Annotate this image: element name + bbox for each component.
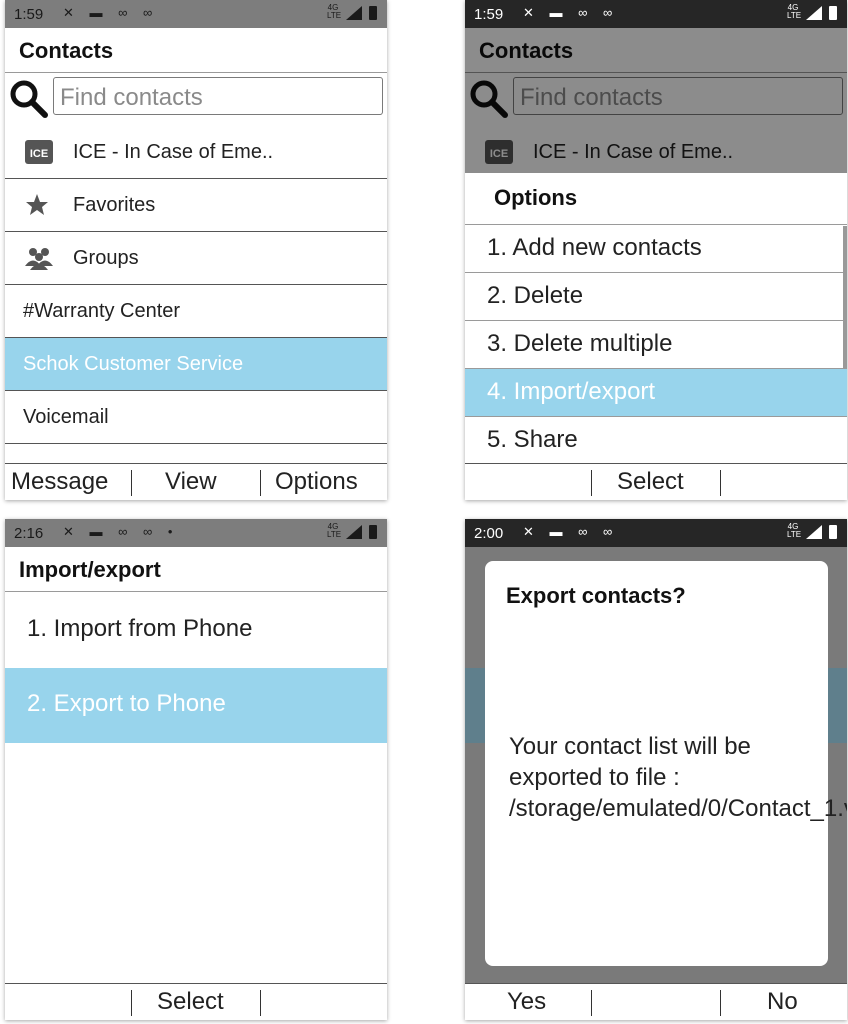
notification-icons: ✕ ▬ ∞ ∞ — [523, 524, 619, 539]
battery-icon — [369, 525, 377, 539]
softkey-bar: Yes No — [465, 983, 847, 1020]
option-share[interactable]: 5. Share — [465, 417, 847, 465]
softkey-view[interactable]: View — [165, 468, 217, 496]
lte-icon: 4G LTE — [787, 3, 802, 20]
notification-icons: ✕ ▬ ∞ ∞ — [523, 5, 619, 20]
scrollbar[interactable] — [843, 226, 847, 369]
softkey-divider — [591, 990, 592, 1016]
signal-icon — [806, 6, 822, 20]
softkey-message[interactable]: Message — [11, 468, 108, 496]
battery-icon — [829, 6, 837, 20]
battery-icon — [369, 6, 377, 20]
softkey-divider — [720, 990, 721, 1016]
status-time: 1:59 — [14, 6, 44, 23]
contacts-screen: 1:59 ✕ ▬ ∞ ∞ 4G LTE Contacts Find contact… — [5, 0, 387, 500]
option-delete-multiple[interactable]: 3. Delete multiple — [465, 321, 847, 369]
notification-icons: ✕ ▬ ∞ ∞ • — [63, 524, 179, 539]
option-delete[interactable]: 2. Delete — [465, 273, 847, 321]
status-time: 2:00 — [474, 525, 504, 542]
softkey-divider — [591, 470, 592, 496]
status-bar: 2:16 ✕ ▬ ∞ ∞ • 4G LTE — [5, 519, 387, 547]
ice-icon: ICE — [25, 140, 53, 164]
page-title: Import/export — [5, 547, 387, 592]
status-bar: 1:59 ✕ ▬ ∞ ∞ 4G LTE — [465, 0, 847, 28]
signal-icon — [346, 6, 362, 20]
notification-icons: ✕ ▬ ∞ ∞ — [63, 5, 159, 20]
list-item-favorites[interactable]: Favorites — [5, 179, 387, 232]
options-title: Options — [465, 173, 847, 225]
export-dialog: Export contacts? Your contact list will … — [485, 561, 847, 966]
list-item-ice[interactable]: ICE ICE - In Case of Eme.. — [5, 126, 387, 179]
dialog-title: Export contacts? — [506, 583, 686, 608]
star-icon — [26, 194, 48, 215]
search-input[interactable]: Find contacts — [53, 77, 383, 115]
signal-icon — [346, 525, 362, 539]
list-item-groups[interactable]: Groups — [5, 232, 387, 285]
list-item-label: #Warranty Center — [23, 300, 181, 322]
list-item-label: Voicemail — [23, 406, 109, 428]
battery-icon — [829, 525, 837, 539]
softkey-divider — [131, 990, 132, 1016]
import-export-screen: 2:16 ✕ ▬ ∞ ∞ • 4G LTE Import/export 1. Im… — [5, 519, 387, 1020]
options-menu: Options 1. Add new contacts 2. Delete 3.… — [465, 173, 847, 463]
lte-icon: 4G LTE — [327, 522, 342, 539]
softkey-select[interactable]: Select — [617, 468, 684, 496]
softkey-yes[interactable]: Yes — [507, 988, 546, 1016]
search-bar: Find contacts — [5, 72, 387, 124]
search-icon[interactable] — [9, 78, 49, 118]
status-time: 2:16 — [14, 525, 44, 542]
contacts-options-screen: 1:59 ✕ ▬ ∞ ∞ 4G LTE Contacts Find contact… — [465, 0, 847, 500]
softkey-divider — [720, 470, 721, 496]
dim-overlay — [465, 28, 847, 173]
softkey-select[interactable]: Select — [157, 988, 224, 1016]
dialog-message: Your contact list will be exported to fi… — [509, 733, 847, 822]
softkey-divider — [260, 990, 261, 1016]
softkey-divider — [260, 470, 261, 496]
export-dialog-screen: 2:00 ✕ ▬ ∞ ∞ 4G LTE Export contacts? Your… — [465, 519, 847, 1020]
list-item-contact-selected[interactable]: Schok Customer Service — [5, 338, 387, 391]
status-bar: 1:59 ✕ ▬ ∞ ∞ 4G LTE — [5, 0, 387, 28]
status-time: 1:59 — [474, 6, 504, 23]
list-item-label: Schok Customer Service — [23, 353, 244, 375]
lte-icon: 4G LTE — [327, 3, 342, 20]
signal-icon — [806, 525, 822, 539]
softkey-bar: Select — [465, 463, 847, 500]
softkey-bar: Select — [5, 983, 387, 1020]
list-item-contact[interactable]: Voicemail — [5, 391, 387, 444]
list-item-contact[interactable]: #Warranty Center — [5, 285, 387, 338]
softkey-no[interactable]: No — [767, 988, 798, 1016]
softkey-divider — [131, 470, 132, 496]
list-item-label: Favorites — [73, 194, 156, 216]
option-import-from-phone[interactable]: 1. Import from Phone — [5, 593, 387, 668]
list-item-label: Groups — [73, 247, 139, 269]
status-bar: 2:00 ✕ ▬ ∞ ∞ 4G LTE — [465, 519, 847, 547]
list-item-label: ICE - In Case of Eme.. — [73, 141, 274, 163]
softkey-bar: Message View Options — [5, 463, 387, 500]
option-add-new-contacts[interactable]: 1. Add new contacts — [465, 225, 847, 273]
option-export-to-phone[interactable]: 2. Export to Phone — [5, 668, 387, 743]
groups-icon — [25, 248, 53, 270]
svg-text:ICE: ICE — [30, 148, 48, 160]
page-title: Contacts — [5, 28, 387, 73]
softkey-options[interactable]: Options — [275, 468, 358, 496]
lte-icon: 4G LTE — [787, 522, 802, 539]
option-import-export[interactable]: 4. Import/export — [465, 369, 847, 417]
